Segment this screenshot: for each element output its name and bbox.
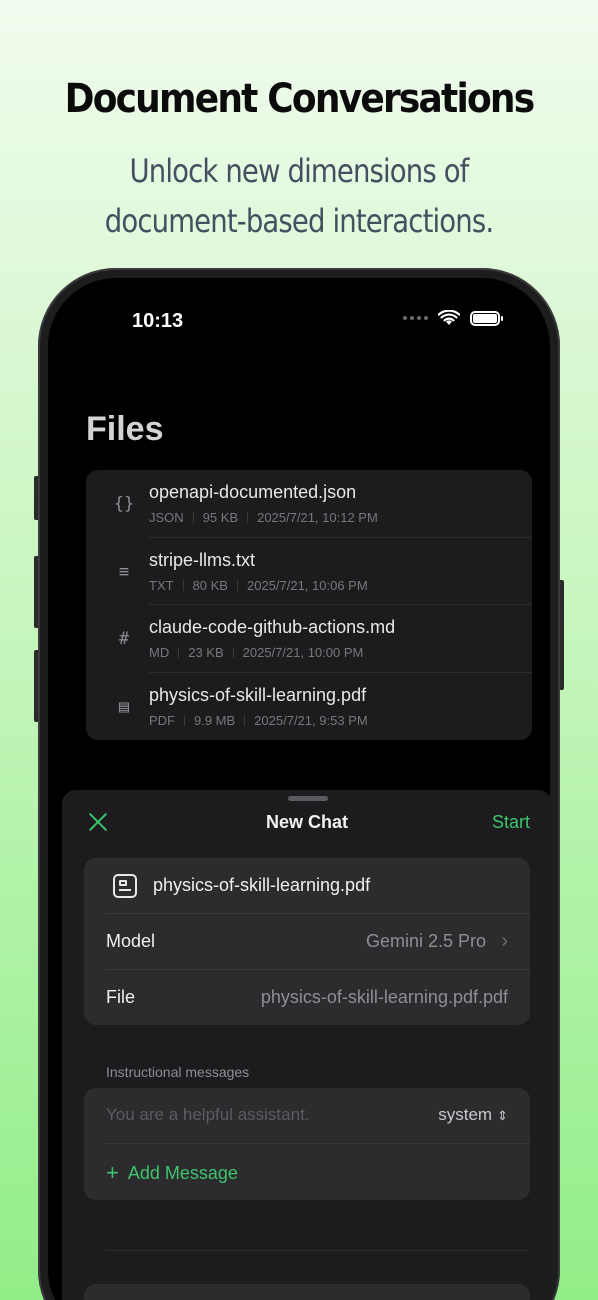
- system-message-row: You are a helpful assistant. system ⇕: [84, 1088, 530, 1144]
- chevron-right-icon: ›: [501, 930, 508, 952]
- file-value: physics-of-skill-learning.pdf.pdf: [260, 987, 508, 1007]
- file-date: 2025/7/21, 10:00 PM: [242, 645, 364, 660]
- pdf-doc-icon: ▤: [118, 696, 130, 717]
- files-list: {} openapi-documented.json JSON 95 KB 2025…: [86, 470, 532, 740]
- battery-icon: [470, 310, 503, 326]
- new-chat-sheet: New Chat Start physics-of-skill-learning…: [62, 790, 550, 1300]
- plus-icon: +: [106, 1160, 119, 1185]
- sheet-grabber[interactable]: [288, 796, 328, 801]
- file-date: 2025/7/21, 9:53 PM: [254, 712, 368, 728]
- file-size: 9.9 MB: [194, 712, 236, 728]
- cellular-signal-icon: [403, 316, 428, 320]
- chat-settings-group: physics-of-skill-learning.pdf Model Gemi…: [84, 858, 530, 1025]
- section-divider: [106, 1250, 530, 1251]
- file-size: 95 KB: [202, 510, 239, 525]
- files-title: Files: [86, 410, 164, 448]
- file-name: claude-code-github-actions.md: [149, 617, 396, 637]
- json-braces-icon: {}: [113, 494, 135, 514]
- promo-headline: Document Conversations: [64, 76, 536, 122]
- file-label: File: [106, 987, 136, 1007]
- selected-file-name: physics-of-skill-learning.pdf: [153, 875, 371, 895]
- file-type: MD: [149, 645, 170, 660]
- more-settings-group[interactable]: [84, 1284, 530, 1300]
- promo-subheadline: Unlock new dimensions of document-based …: [42, 146, 556, 246]
- role-select[interactable]: system ⇕: [438, 1105, 508, 1125]
- phone-frame: 10:13 Files {} openapi-documented.json J…: [38, 268, 560, 1300]
- add-message-row[interactable]: + Add Message: [84, 1144, 530, 1200]
- model-value: Gemini 2.5 Pro: [365, 931, 486, 951]
- add-message-button[interactable]: + Add Message: [106, 1160, 238, 1186]
- file-type: PDF: [149, 712, 175, 728]
- file-date: 2025/7/21, 10:12 PM: [257, 510, 378, 525]
- selected-file-row: physics-of-skill-learning.pdf: [84, 858, 530, 914]
- file-meta: JSON 95 KB 2025/7/21, 10:12 PM: [149, 510, 378, 525]
- file-size: 80 KB: [192, 577, 228, 593]
- promo-subheadline-line-2: document-based interactions.: [104, 202, 494, 240]
- file-meta: PDF 9.9 MB 2025/7/21, 9:53 PM: [149, 713, 368, 728]
- instructional-messages-group: You are a helpful assistant. system ⇕ + Ad…: [84, 1088, 530, 1200]
- start-button[interactable]: Start: [492, 812, 530, 833]
- promo-subheadline-line-1: Unlock new dimensions of: [129, 152, 469, 190]
- add-message-label: Add Message: [127, 1163, 238, 1183]
- file-name: stripe-llms.txt: [149, 549, 256, 570]
- file-row[interactable]: ▤ physics-of-skill-learning.pdf PDF 9.9 M…: [86, 673, 532, 741]
- file-type: JSON: [149, 510, 184, 525]
- model-row[interactable]: Model Gemini 2.5 Pro ›: [84, 914, 530, 970]
- file-row-setting: File physics-of-skill-learning.pdf.pdf: [84, 970, 530, 1026]
- instructional-messages-label: Instructional messages: [106, 1064, 250, 1080]
- file-size: 23 KB: [188, 645, 224, 660]
- model-label: Model: [106, 931, 156, 951]
- sheet-title: New Chat: [265, 812, 348, 832]
- role-value: system: [438, 1105, 493, 1124]
- text-lines-icon: ≡: [118, 561, 130, 582]
- status-icons: [403, 310, 503, 326]
- file-row[interactable]: {} openapi-documented.json JSON 95 KB 2025…: [86, 470, 532, 538]
- file-row[interactable]: ≡ stripe-llms.txt TXT 80 KB 2025/7/21, 10:…: [86, 538, 532, 605]
- system-message-input[interactable]: You are a helpful assistant.: [106, 1105, 310, 1125]
- file-row[interactable]: # claude-code-github-actions.md MD 23 KB 2…: [86, 605, 532, 673]
- file-type: TXT: [149, 577, 174, 593]
- file-name: physics-of-skill-learning.pdf: [149, 684, 367, 705]
- file-meta: TXT 80 KB 2025/7/21, 10:06 PM: [149, 578, 368, 593]
- pdf-doc-icon: [113, 874, 137, 898]
- file-name: openapi-documented.json: [149, 482, 357, 502]
- markdown-hash-icon: #: [118, 629, 130, 649]
- file-date: 2025/7/21, 10:06 PM: [246, 577, 368, 593]
- file-meta: MD 23 KB 2025/7/21, 10:00 PM: [149, 645, 363, 660]
- wifi-icon: [438, 310, 460, 325]
- chevron-up-down-icon: ⇕: [497, 1108, 508, 1123]
- status-time: 10:13: [132, 310, 184, 332]
- phone-screen: 10:13 Files {} openapi-documented.json J…: [48, 278, 550, 1300]
